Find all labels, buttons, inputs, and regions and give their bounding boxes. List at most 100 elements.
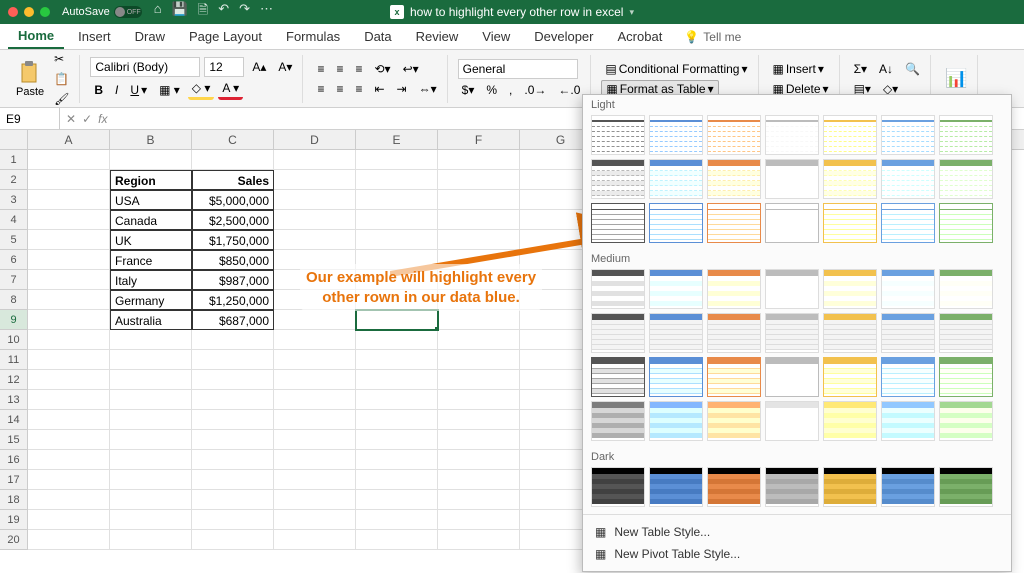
cell[interactable]	[274, 330, 356, 350]
wrap-text-icon[interactable]: ↩▾	[399, 60, 423, 78]
cell[interactable]	[438, 370, 520, 390]
cell[interactable]	[28, 230, 110, 250]
format-painter-button[interactable]: 🖌	[50, 90, 73, 108]
row-header[interactable]: 12	[0, 370, 28, 390]
autosave-toggle[interactable]: AutoSave OFF	[62, 6, 142, 18]
table-style-thumb[interactable]	[765, 467, 819, 507]
table-style-thumb[interactable]	[591, 159, 645, 199]
cell[interactable]	[28, 310, 110, 330]
toggle-off-icon[interactable]: OFF	[114, 6, 142, 18]
cell[interactable]	[438, 390, 520, 410]
analyze-data-icon[interactable]: 📊	[941, 66, 971, 91]
table-style-thumb[interactable]	[591, 401, 645, 441]
table-style-thumb[interactable]	[591, 115, 645, 155]
align-left-icon[interactable]: ≡	[313, 80, 328, 98]
table-style-thumb[interactable]	[823, 401, 877, 441]
cell[interactable]: $2,500,000	[192, 210, 274, 230]
tab-developer[interactable]: Developer	[524, 25, 603, 48]
decrease-decimal-icon[interactable]: ←.0	[554, 81, 584, 99]
cell[interactable]	[356, 490, 438, 510]
indent-left-icon[interactable]: ⇤	[370, 80, 388, 98]
table-style-thumb[interactable]	[939, 159, 993, 199]
cell[interactable]: $987,000	[192, 270, 274, 290]
table-style-thumb[interactable]	[823, 313, 877, 353]
comma-icon[interactable]: ,	[505, 81, 516, 99]
cell[interactable]	[28, 170, 110, 190]
cell[interactable]	[28, 530, 110, 550]
cell[interactable]: Canada	[110, 210, 192, 230]
cell[interactable]	[438, 530, 520, 550]
row-header[interactable]: 16	[0, 450, 28, 470]
cell[interactable]	[28, 190, 110, 210]
cell[interactable]: Germany	[110, 290, 192, 310]
table-style-thumb[interactable]	[939, 269, 993, 309]
cell[interactable]: UK	[110, 230, 192, 250]
border-button[interactable]: ▦ ▾	[155, 81, 184, 99]
cell[interactable]	[356, 310, 438, 330]
row-header[interactable]: 5	[0, 230, 28, 250]
cell[interactable]	[274, 350, 356, 370]
increase-font-icon[interactable]: A▴	[248, 58, 270, 76]
table-style-thumb[interactable]	[939, 401, 993, 441]
cell[interactable]	[192, 370, 274, 390]
find-icon[interactable]: 🔍	[901, 60, 924, 78]
fill-color-button[interactable]: ◇ ▾	[188, 79, 215, 100]
col-header-D[interactable]: D	[274, 130, 356, 149]
table-style-thumb[interactable]	[881, 357, 935, 397]
table-style-thumb[interactable]	[939, 115, 993, 155]
new-pivot-style-button[interactable]: ▦ New Pivot Table Style...	[593, 543, 1001, 565]
cell[interactable]	[274, 430, 356, 450]
table-style-thumb[interactable]	[707, 203, 761, 243]
number-format-select[interactable]	[458, 59, 578, 79]
cell[interactable]	[274, 510, 356, 530]
row-header[interactable]: 3	[0, 190, 28, 210]
row-header[interactable]: 19	[0, 510, 28, 530]
row-header[interactable]: 9	[0, 310, 28, 330]
tab-review[interactable]: Review	[406, 25, 469, 48]
table-style-thumb[interactable]	[591, 357, 645, 397]
table-style-thumb[interactable]	[823, 115, 877, 155]
table-style-thumb[interactable]	[707, 357, 761, 397]
cell[interactable]	[192, 530, 274, 550]
cell[interactable]	[274, 170, 356, 190]
paste-button[interactable]: Paste	[12, 58, 48, 100]
font-size-select[interactable]	[204, 57, 244, 77]
cell[interactable]: France	[110, 250, 192, 270]
font-color-button[interactable]: A ▾	[218, 79, 243, 100]
col-header-E[interactable]: E	[356, 130, 438, 149]
table-style-thumb[interactable]	[765, 203, 819, 243]
row-header[interactable]: 6	[0, 250, 28, 270]
row-header[interactable]: 20	[0, 530, 28, 550]
table-style-thumb[interactable]	[765, 401, 819, 441]
cell[interactable]	[438, 450, 520, 470]
tab-formulas[interactable]: Formulas	[276, 25, 350, 48]
cell[interactable]	[28, 330, 110, 350]
table-style-thumb[interactable]	[707, 269, 761, 309]
table-style-thumb[interactable]	[649, 203, 703, 243]
cell[interactable]	[356, 370, 438, 390]
indent-right-icon[interactable]: ⇥	[393, 80, 411, 98]
row-header[interactable]: 8	[0, 290, 28, 310]
underline-button[interactable]: U ▾	[126, 81, 151, 99]
cell[interactable]: USA	[110, 190, 192, 210]
cell[interactable]	[28, 350, 110, 370]
table-style-thumb[interactable]	[939, 313, 993, 353]
table-style-thumb[interactable]	[881, 159, 935, 199]
table-style-thumb[interactable]	[823, 269, 877, 309]
cell[interactable]	[438, 410, 520, 430]
cell[interactable]	[438, 470, 520, 490]
table-style-thumb[interactable]	[823, 467, 877, 507]
align-center-icon[interactable]: ≡	[332, 80, 347, 98]
cell[interactable]	[192, 350, 274, 370]
cell[interactable]	[274, 370, 356, 390]
table-style-thumb[interactable]	[765, 357, 819, 397]
cell[interactable]	[192, 330, 274, 350]
tab-draw[interactable]: Draw	[125, 25, 175, 48]
table-style-thumb[interactable]	[707, 115, 761, 155]
cell[interactable]	[110, 150, 192, 170]
cell[interactable]: $5,000,000	[192, 190, 274, 210]
copy-button[interactable]: 📋	[50, 70, 73, 88]
cell[interactable]	[438, 430, 520, 450]
maximize-icon[interactable]	[40, 7, 50, 17]
cell[interactable]	[438, 490, 520, 510]
